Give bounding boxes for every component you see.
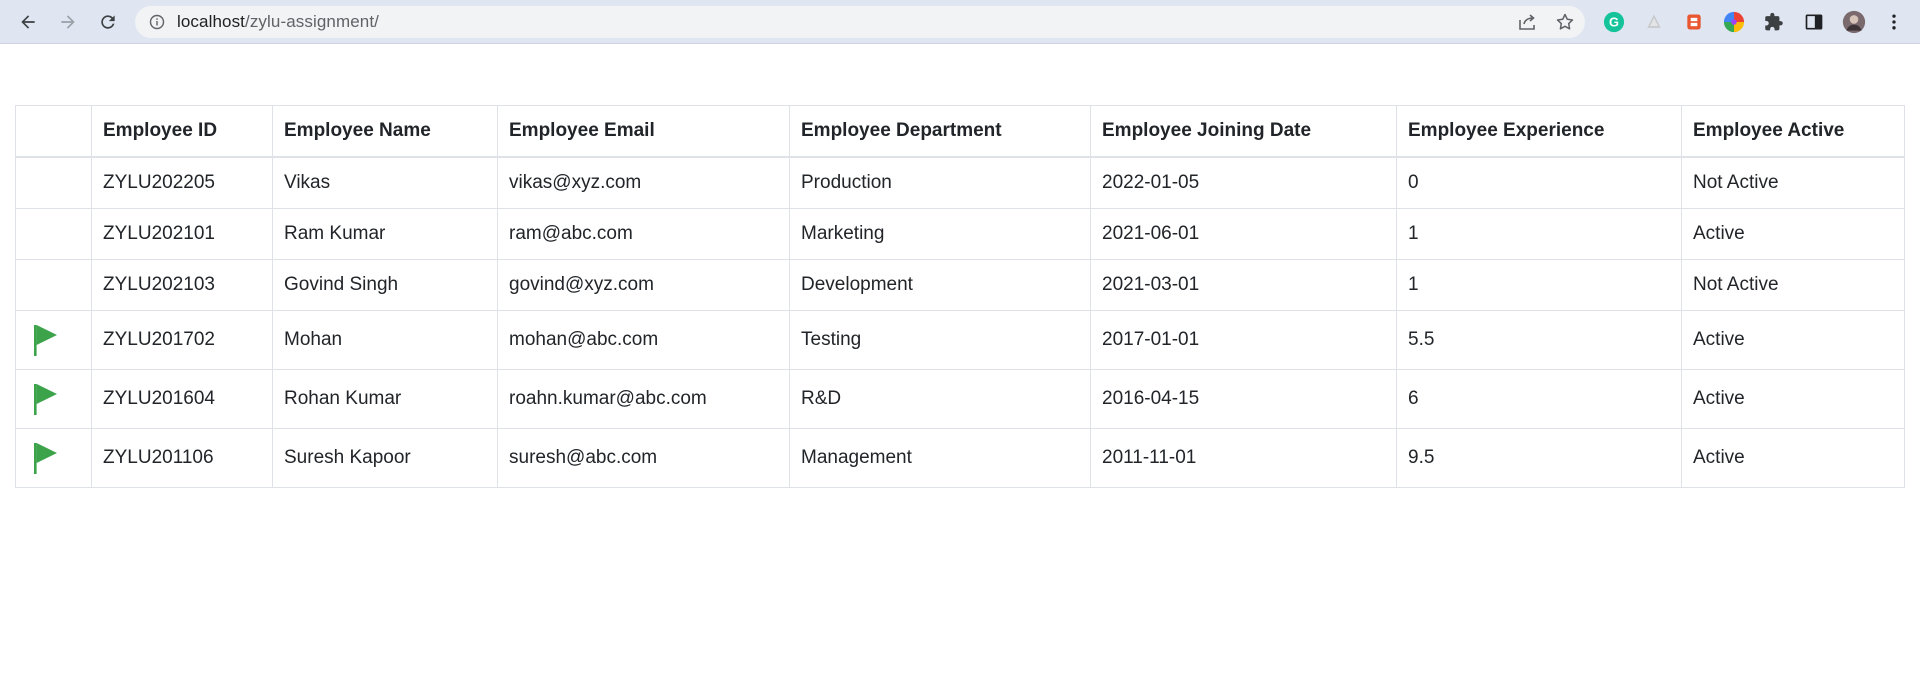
avatar[interactable] (1842, 10, 1866, 34)
extension-red-icon[interactable] (1682, 10, 1706, 34)
cell-employee-active: Active (1681, 428, 1905, 488)
star-icon[interactable] (1555, 12, 1575, 32)
flag-icon (34, 325, 57, 356)
table-row: ZYLU202101 Ram Kumar ram@abc.com Marketing 2… (15, 208, 1905, 260)
main-content: Employee ID Employee Name Employee Email… (15, 105, 1905, 488)
cell-employee-active: Not Active (1681, 156, 1905, 209)
cell-employee-email: suresh@abc.com (497, 428, 790, 488)
cell-employee-id: ZYLU201106 (91, 428, 273, 488)
cell-employee-joining-date: 2022-01-05 (1090, 156, 1397, 209)
cell-employee-name: Govind Singh (272, 259, 498, 311)
reload-button[interactable] (88, 0, 128, 44)
cell-flag (15, 428, 92, 488)
cell-employee-department: R&D (789, 369, 1091, 429)
drive-icon[interactable] (1642, 10, 1666, 34)
table-row: ZYLU202205 Vikas vikas@xyz.com Production 20… (15, 156, 1905, 209)
side-panel-icon[interactable] (1802, 10, 1826, 34)
cell-employee-department: Management (789, 428, 1091, 488)
table-row: ZYLU201702 Mohan mohan@abc.com Testing 2017-… (15, 310, 1905, 370)
cell-employee-name: Suresh Kapoor (272, 428, 498, 488)
forward-button[interactable] (48, 0, 88, 44)
table-body: ZYLU202205 Vikas vikas@xyz.com Production 20… (15, 156, 1905, 488)
cell-employee-active: Active (1681, 310, 1905, 370)
flag-icon (34, 384, 57, 415)
cell-employee-experience: 5.5 (1396, 310, 1682, 370)
reload-icon (101, 14, 115, 29)
employee-table: Employee ID Employee Name Employee Email… (15, 105, 1905, 488)
cell-employee-id: ZYLU202205 (91, 156, 273, 209)
flag-icon (34, 443, 57, 474)
cell-employee-id: ZYLU201604 (91, 369, 273, 429)
header-employee-experience: Employee Experience (1396, 105, 1682, 158)
table-header-row: Employee ID Employee Name Employee Email… (15, 105, 1905, 158)
header-employee-id: Employee ID (91, 105, 273, 158)
header-employee-department: Employee Department (789, 105, 1091, 158)
cell-employee-email: vikas@xyz.com (497, 156, 790, 209)
cell-employee-joining-date: 2016-04-15 (1090, 369, 1397, 429)
header-employee-joining-date: Employee Joining Date (1090, 105, 1397, 158)
cell-employee-id: ZYLU202101 (91, 208, 273, 260)
back-arrow-icon (21, 14, 35, 29)
cell-employee-name: Vikas (272, 156, 498, 209)
puzzle-icon[interactable] (1762, 10, 1786, 34)
cell-employee-name: Rohan Kumar (272, 369, 498, 429)
color-wheel-icon[interactable] (1722, 10, 1746, 34)
table-row: ZYLU201106 Suresh Kapoor suresh@abc.com Man… (15, 428, 1905, 488)
site-info-icon[interactable] (149, 14, 165, 30)
back-button[interactable] (8, 0, 48, 44)
svg-text:G: G (1609, 15, 1619, 30)
header-flag (15, 105, 92, 158)
cell-employee-experience: 6 (1396, 369, 1682, 429)
cell-employee-joining-date: 2017-01-01 (1090, 310, 1397, 370)
cell-employee-department: Development (789, 259, 1091, 311)
cell-employee-active: Active (1681, 369, 1905, 429)
cell-employee-email: mohan@abc.com (497, 310, 790, 370)
cell-employee-experience: 9.5 (1396, 428, 1682, 488)
cell-employee-joining-date: 2011-11-01 (1090, 428, 1397, 488)
grammarly-icon[interactable]: G (1602, 10, 1626, 34)
cell-employee-experience: 0 (1396, 156, 1682, 209)
cell-flag (15, 208, 92, 260)
cell-employee-active: Not Active (1681, 259, 1905, 311)
cell-employee-joining-date: 2021-06-01 (1090, 208, 1397, 260)
cell-flag (15, 310, 92, 370)
forward-arrow-icon (61, 14, 75, 29)
cell-employee-experience: 1 (1396, 208, 1682, 260)
browser-toolbar: localhost/zylu-assignment/ G (0, 0, 1920, 44)
cell-employee-department: Marketing (789, 208, 1091, 260)
share-icon[interactable] (1517, 12, 1537, 32)
address-bar[interactable]: localhost/zylu-assignment/ (135, 6, 1585, 38)
cell-employee-active: Active (1681, 208, 1905, 260)
table-row: ZYLU202103 Govind Singh govind@xyz.com Deve… (15, 259, 1905, 311)
cell-employee-department: Testing (789, 310, 1091, 370)
cell-flag (15, 259, 92, 311)
cell-employee-joining-date: 2021-03-01 (1090, 259, 1397, 311)
url-text[interactable]: localhost/zylu-assignment/ (177, 12, 379, 32)
cell-employee-id: ZYLU202103 (91, 259, 273, 311)
cell-employee-id: ZYLU201702 (91, 310, 273, 370)
menu-kebab-icon[interactable] (1882, 10, 1906, 34)
header-employee-active: Employee Active (1681, 105, 1905, 158)
table-row: ZYLU201604 Rohan Kumar roahn.kumar@abc.com… (15, 369, 1905, 429)
extensions-bar: G (1602, 0, 1906, 44)
cell-employee-name: Ram Kumar (272, 208, 498, 260)
cell-employee-department: Production (789, 156, 1091, 209)
url-path: /zylu-assignment/ (245, 12, 379, 31)
header-employee-name: Employee Name (272, 105, 498, 158)
cell-employee-email: ram@abc.com (497, 208, 790, 260)
header-employee-email: Employee Email (497, 105, 790, 158)
cell-flag (15, 156, 92, 209)
cell-employee-email: roahn.kumar@abc.com (497, 369, 790, 429)
url-host: localhost (177, 12, 245, 31)
cell-flag (15, 369, 92, 429)
cell-employee-experience: 1 (1396, 259, 1682, 311)
cell-employee-email: govind@xyz.com (497, 259, 790, 311)
cell-employee-name: Mohan (272, 310, 498, 370)
